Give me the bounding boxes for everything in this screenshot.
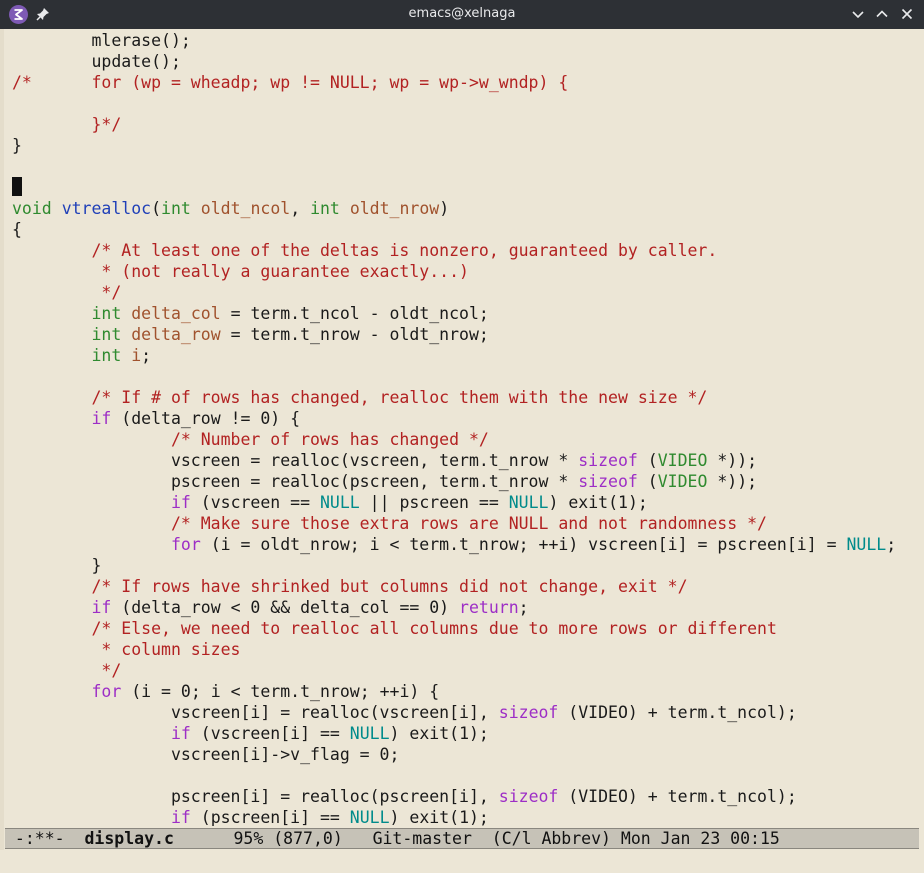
code-buffer[interactable]: mlerase(); update(); /* for (wp = wheadp… — [12, 30, 922, 826]
code-line: pscreen = realloc(pscreen, term.t_nrow *… — [12, 472, 758, 491]
code-line: } — [12, 136, 22, 155]
code-line: int delta_col = term.t_ncol - oldt_ncol; — [91, 304, 489, 323]
code-line: update(); — [12, 52, 181, 71]
window-title: emacs@xelnaga — [408, 6, 516, 21]
mode-line[interactable]: -:**- display.c 95% (877,0) Git-master (… — [5, 828, 919, 849]
code-line: vscreen = realloc(vscreen, term.t_nrow *… — [12, 451, 758, 470]
code-line: if (pscreen[i] == NULL) exit(1); — [170, 808, 489, 826]
minibuffer[interactable] — [0, 850, 924, 873]
code-line: /* for (wp = wheadp; wp != NULL; wp = wp… — [12, 73, 569, 92]
title-bar[interactable]: emacs@xelnaga — [0, 0, 924, 29]
code-line: */ — [12, 283, 122, 302]
code-line: int i; — [91, 346, 152, 365]
code-line: /* Number of rows has changed */ — [12, 430, 489, 449]
code-line: vscreen[i] = realloc(vscreen[i], sizeof … — [12, 703, 797, 722]
code-line: */ — [12, 661, 122, 680]
chevron-down-icon[interactable] — [850, 6, 866, 22]
code-line: /* Else, we need to realloc all columns … — [12, 619, 777, 638]
window-border — [0, 29, 4, 873]
code-line: { — [12, 220, 22, 239]
code-line: }*/ — [12, 115, 122, 134]
code-line: * column sizes — [12, 640, 241, 659]
code-line: /* At least one of the deltas is nonzero… — [12, 241, 718, 260]
code-line: pscreen[i] = realloc(pscreen[i], sizeof … — [12, 787, 797, 806]
code-line: /* If # of rows has changed, realloc the… — [12, 388, 708, 407]
modeline-info: 95% (877,0) Git-master (C/l Abbrev) Mon … — [173, 829, 780, 848]
code-line: void vtrealloc(int oldt_ncol, int oldt_n… — [12, 199, 450, 218]
text-cursor — [12, 177, 22, 196]
code-line: if (vscreen == NULL || pscreen == NULL) … — [170, 493, 648, 512]
code-line: if (delta_row != 0) { — [91, 409, 301, 428]
close-icon[interactable] — [899, 6, 915, 22]
code-line: /* If rows have shrinked but columns did… — [12, 577, 688, 596]
code-line: for (i = 0; i < term.t_nrow; ++i) { — [91, 682, 440, 701]
buffer-name[interactable]: display.c — [84, 829, 173, 848]
code-line: for (i = oldt_nrow; i < term.t_nrow; ++i… — [170, 535, 897, 554]
modeline-status: -:**- — [5, 829, 85, 848]
code-line: * (not really a guarantee exactly...) — [12, 262, 469, 281]
code-line: vscreen[i]->v_flag = 0; — [12, 745, 400, 764]
code-line: mlerase(); — [12, 31, 191, 50]
code-line: } — [12, 556, 102, 575]
code-line: if (delta_row < 0 && delta_col == 0) ret… — [91, 598, 529, 617]
chevron-up-icon[interactable] — [874, 6, 890, 22]
code-line: /* Make sure those extra rows are NULL a… — [12, 514, 767, 533]
code-line: int delta_row = term.t_nrow - oldt_nrow; — [91, 325, 489, 344]
code-line: if (vscreen[i] == NULL) exit(1); — [170, 724, 489, 743]
